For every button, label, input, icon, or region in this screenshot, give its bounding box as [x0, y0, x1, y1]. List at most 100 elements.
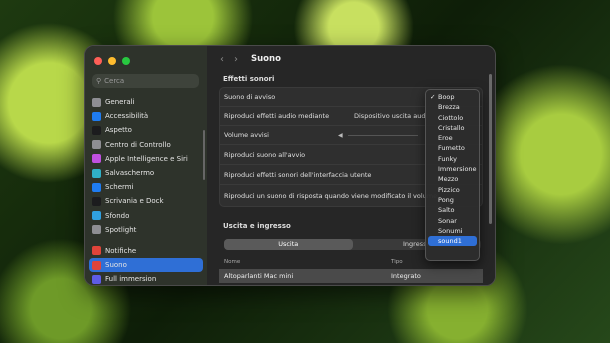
sidebar-list: Generali Accessibilità Aspetto Centro di Co…	[89, 95, 203, 285]
menu-item-sound[interactable]: Salto	[428, 205, 477, 215]
sidebar-item-label: Spotlight	[105, 225, 137, 234]
effects-section-title: Effetti sonori	[223, 75, 275, 83]
sidebar-item-notifications[interactable]: Notifiche	[89, 244, 203, 258]
ui-effects-label: Riproduci effetti sonori dell'interfacci…	[224, 171, 372, 179]
menu-item-label: Fumetto	[438, 144, 465, 153]
menu-item-label: Mezzo	[438, 175, 459, 184]
screensaver-icon	[92, 168, 101, 178]
page-title: Suono	[251, 54, 281, 64]
sidebar-item-control-center[interactable]: Centro di Controllo	[89, 138, 203, 152]
search-placeholder: Cerca	[104, 77, 125, 85]
sidebar-item-label: Generali	[105, 98, 135, 107]
menu-item-label: Sonumi	[438, 226, 463, 235]
col-name: Nome	[224, 259, 241, 265]
zoom-button[interactable]	[122, 57, 130, 65]
sidebar-item-label: Full immersion	[105, 275, 157, 284]
menu-item-label: Pizzico	[438, 185, 460, 194]
notifications-icon	[92, 246, 101, 256]
sidebar-item-label: Sfondo	[105, 211, 130, 220]
menu-item-sound[interactable]: Fumetto	[428, 143, 477, 153]
dock-icon	[92, 196, 101, 206]
menu-item-sound[interactable]: Mezzo	[428, 174, 477, 184]
forward-icon[interactable]: ›	[229, 54, 243, 65]
menu-item-label: Ciottolo	[438, 113, 464, 122]
back-icon[interactable]: ‹	[215, 54, 229, 65]
sidebar-item-dock[interactable]: Scrivania e Dock	[89, 194, 203, 208]
sidebar-item-label: Accessibilità	[105, 112, 149, 121]
play-through-label: Riproduci effetti audio mediante	[224, 112, 330, 120]
sound-icon	[92, 260, 101, 270]
col-type: Tipo	[391, 259, 403, 265]
sidebar-separator	[89, 237, 203, 244]
menu-item-label: Salto	[438, 206, 455, 215]
sidebar-item-siri[interactable]: Apple Intelligence e Siri	[89, 152, 203, 166]
sidebar-item-label: Scrivania e Dock	[105, 197, 164, 206]
menu-item-label: Funky	[438, 154, 458, 163]
menu-item-sound[interactable]: Funky	[428, 154, 477, 164]
menu-item-sound[interactable]: Sonar	[428, 216, 477, 226]
menu-item-sound[interactable]: ✓ Boop	[428, 92, 477, 102]
menu-item-label: Brezza	[438, 103, 460, 112]
menu-item-label: Sonar	[438, 216, 457, 225]
checkmark-icon: ✓	[430, 93, 436, 101]
sidebar-item-appearance[interactable]: Aspetto	[89, 123, 203, 137]
sidebar-item-label: Aspetto	[105, 126, 132, 135]
menu-item-label: Immersione	[438, 165, 477, 174]
menu-item-label: Cristallo	[438, 123, 465, 132]
siri-icon	[92, 154, 101, 164]
menu-item-sound[interactable]: Ciottolo	[428, 113, 477, 123]
device-name: Altoparlanti Mac mini	[224, 272, 294, 280]
sidebar-item-label: Apple Intelligence e Siri	[105, 154, 188, 163]
traffic-lights	[94, 57, 130, 65]
menu-item-sound[interactable]: Eroe	[428, 133, 477, 143]
sidebar-item-spotlight[interactable]: Spotlight	[89, 223, 203, 237]
search-input[interactable]: ⚲ Cerca	[92, 74, 199, 88]
alert-sound-menu: ✓ Boop Brezza Ciottolo Cristallo Eroe Fumetto F…	[425, 89, 480, 261]
menu-item-sound[interactable]: Immersione	[428, 164, 477, 174]
main-scrollbar[interactable]	[489, 74, 492, 224]
sidebar-item-screensaver[interactable]: Salvaschermo	[89, 166, 203, 180]
menu-item-sound[interactable]: Sonumi	[428, 226, 477, 236]
menu-item-label: Boop	[438, 93, 455, 101]
accessibility-icon	[92, 111, 101, 121]
volume-low-icon: ◀	[338, 131, 343, 139]
sidebar-scrollbar[interactable]	[203, 130, 205, 180]
toolbar: ‹ › Suono	[207, 46, 495, 72]
sidebar-item-label: Schermi	[105, 183, 134, 192]
sidebar-item-focus[interactable]: Full immersion	[89, 272, 203, 285]
sidebar-item-display[interactable]: Schermi	[89, 180, 203, 194]
table-row[interactable]: Altoparlanti Mac mini Integrato	[219, 269, 483, 283]
menu-item-sound[interactable]: Pong	[428, 195, 477, 205]
minimize-button[interactable]	[108, 57, 116, 65]
sidebar-item-sound[interactable]: Suono	[89, 258, 203, 273]
sidebar-item-accessibility[interactable]: Accessibilità	[89, 109, 203, 123]
menu-item-label: Pong	[438, 195, 454, 204]
wallpaper-icon	[92, 211, 101, 221]
alert-volume-label: Volume avvisi	[224, 131, 269, 139]
alert-sound-label: Suono di avviso	[224, 93, 276, 101]
play-through-value[interactable]: Dispositivo uscita aud	[354, 112, 425, 120]
alert-volume-slider[interactable]	[348, 135, 418, 136]
close-button[interactable]	[94, 57, 102, 65]
display-icon	[92, 182, 101, 192]
menu-item-sound[interactable]: Cristallo	[428, 123, 477, 133]
sidebar-item-label: Suono	[105, 261, 127, 270]
focus-icon	[92, 274, 101, 284]
tab-output[interactable]: Uscita	[224, 239, 353, 250]
sidebar-item-wallpaper[interactable]: Sfondo	[89, 209, 203, 223]
control-center-icon	[92, 140, 101, 150]
menu-item-sound[interactable]: Pizzico	[428, 185, 477, 195]
spotlight-icon	[92, 225, 101, 235]
menu-item-sound[interactable]: Brezza	[428, 102, 477, 112]
menu-item-label: Eroe	[438, 134, 453, 143]
sidebar-item-gear[interactable]: Generali	[89, 95, 203, 109]
sidebar-item-label: Centro di Controllo	[105, 140, 171, 149]
appearance-icon	[92, 125, 101, 135]
sidebar-item-label: Salvaschermo	[105, 169, 155, 178]
startup-sound-label: Riproduci suono all'avvio	[224, 151, 306, 159]
menu-item-sound[interactable]: sound1	[428, 236, 477, 247]
device-type: Integrato	[391, 272, 421, 280]
gear-icon	[92, 97, 101, 107]
sidebar-item-label: Notifiche	[105, 246, 137, 255]
volume-feedback-label: Riproduci un suono di risposta quando vi…	[224, 191, 438, 200]
